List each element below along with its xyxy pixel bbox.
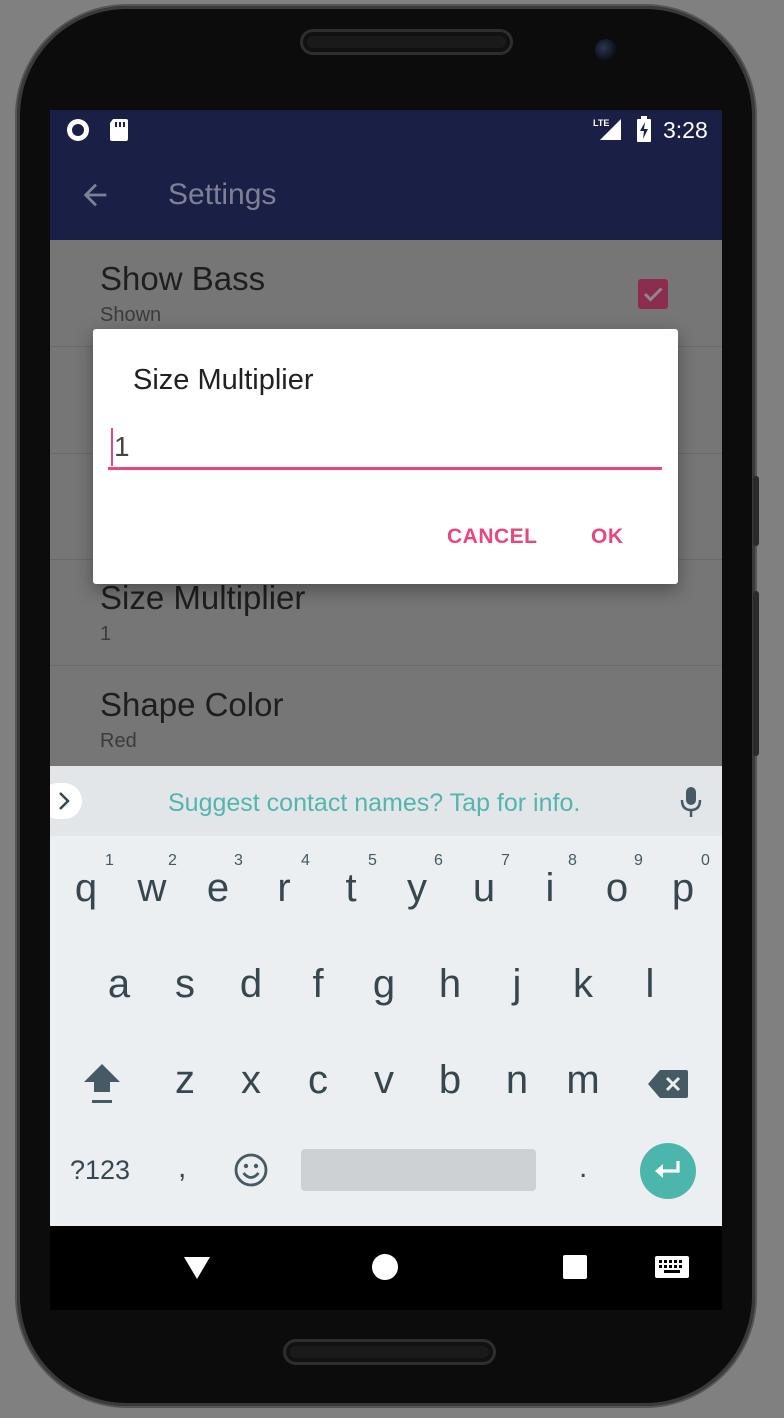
key-j[interactable]: j xyxy=(484,962,550,1007)
suggestion-text[interactable]: Suggest contact names? Tap for info. xyxy=(168,789,580,818)
home-circle-icon[interactable] xyxy=(371,1253,399,1286)
size-multiplier-input[interactable]: 1 xyxy=(108,424,662,470)
key-f[interactable]: f xyxy=(285,962,351,1007)
key-a[interactable]: a xyxy=(86,962,152,1007)
key-l[interactable]: l xyxy=(617,962,683,1007)
status-time: 3:28 xyxy=(663,117,708,143)
key-r[interactable]: r xyxy=(251,866,317,911)
cancel-button[interactable]: CANCEL xyxy=(447,525,538,549)
front-camera xyxy=(595,39,617,61)
text-cursor xyxy=(111,427,113,466)
battery-charging-icon xyxy=(636,116,652,147)
key-x[interactable]: x xyxy=(218,1058,284,1103)
top-speaker xyxy=(300,29,513,55)
size-multiplier-dialog: Size Multiplier 1 CANCEL OK xyxy=(93,329,678,584)
spacebar[interactable] xyxy=(301,1149,536,1191)
device-screen: LTE 3:28 Settings Show Bass Shown Size M… xyxy=(50,110,722,1310)
preference-title: Size Multiplier xyxy=(100,579,306,616)
soft-keyboard: Suggest contact names? Tap for info. 1 q… xyxy=(50,766,722,1226)
page-title: Settings xyxy=(168,178,277,211)
power-button xyxy=(753,591,759,756)
app-bar: Settings xyxy=(50,148,722,240)
key-p[interactable]: p xyxy=(650,866,716,911)
bottom-speaker xyxy=(283,1339,496,1365)
preference-shape-color[interactable]: Shape Color Red xyxy=(50,666,722,772)
key-u[interactable]: u xyxy=(451,866,517,911)
key-z[interactable]: z xyxy=(152,1058,218,1103)
microphone-icon[interactable] xyxy=(680,786,702,823)
volume-button xyxy=(753,476,759,546)
chevron-right-icon[interactable] xyxy=(50,783,82,819)
enter-icon xyxy=(652,1157,684,1190)
recents-square-icon[interactable] xyxy=(562,1254,588,1285)
key-v[interactable]: v xyxy=(351,1058,417,1103)
back-triangle-icon[interactable] xyxy=(182,1255,212,1286)
period-key[interactable]: . xyxy=(579,1151,587,1185)
lte-signal-icon: LTE xyxy=(593,117,623,146)
preference-title: Show Bass xyxy=(100,260,266,297)
show-bass-checkbox[interactable] xyxy=(638,279,668,309)
suggestion-strip[interactable]: Suggest contact names? Tap for info. xyxy=(50,766,722,836)
key-y[interactable]: y xyxy=(384,866,450,911)
input-value: 1 xyxy=(114,431,130,462)
back-arrow-icon[interactable] xyxy=(78,178,112,217)
key-e[interactable]: e xyxy=(185,866,251,911)
enter-button[interactable] xyxy=(640,1143,696,1199)
comma-key[interactable]: , xyxy=(178,1151,186,1185)
status-bar: LTE 3:28 xyxy=(50,110,722,148)
circle-notification-icon xyxy=(66,118,90,147)
backspace-icon[interactable] xyxy=(646,1068,690,1105)
shift-icon[interactable] xyxy=(82,1060,122,1111)
key-o[interactable]: o xyxy=(584,866,650,911)
sd-card-icon xyxy=(108,118,130,147)
preference-summary: 1 xyxy=(100,623,112,645)
key-n[interactable]: n xyxy=(484,1058,550,1103)
key-w[interactable]: w xyxy=(119,866,185,911)
key-q[interactable]: q xyxy=(53,866,119,911)
key-i[interactable]: i xyxy=(517,866,583,911)
ok-button[interactable]: OK xyxy=(591,525,624,549)
dialog-title: Size Multiplier xyxy=(133,364,314,396)
symbols-key[interactable]: ?123 xyxy=(70,1155,130,1186)
preference-summary: Red xyxy=(100,730,137,752)
key-h[interactable]: h xyxy=(417,962,483,1007)
key-s[interactable]: s xyxy=(152,962,218,1007)
key-t[interactable]: t xyxy=(318,866,384,911)
keyboard-switch-icon[interactable] xyxy=(654,1255,690,1284)
key-m[interactable]: m xyxy=(550,1058,616,1103)
navigation-bar xyxy=(50,1226,722,1310)
key-b[interactable]: b xyxy=(417,1058,483,1103)
key-d[interactable]: d xyxy=(218,962,284,1007)
preference-summary: Shown xyxy=(100,304,162,326)
key-k[interactable]: k xyxy=(550,962,616,1007)
emoji-icon[interactable] xyxy=(233,1152,269,1193)
key-g[interactable]: g xyxy=(351,962,417,1007)
svg-text:LTE: LTE xyxy=(593,118,609,128)
preference-title: Shape Color xyxy=(100,686,284,723)
key-c[interactable]: c xyxy=(285,1058,351,1103)
